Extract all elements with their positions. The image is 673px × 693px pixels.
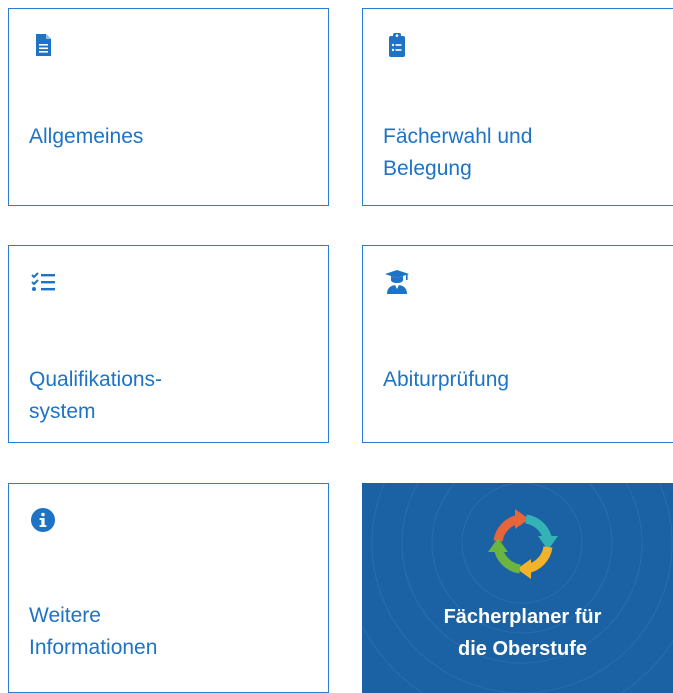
promo-label: Fächerplaner für die Oberstufe	[443, 606, 602, 660]
compass-arrows-logo-icon	[488, 509, 558, 579]
tile-weitere-informationen[interactable]: Weitere Informationen	[8, 483, 329, 693]
tile-label: Fächerwahl und Belegung	[383, 125, 533, 180]
checklist-icon	[31, 272, 55, 291]
faecherplaner-promo-tile[interactable]: Fächerplaner für die Oberstufe	[362, 483, 673, 693]
clipboard-list-icon	[389, 33, 405, 57]
tile-faecherwahl[interactable]: Fächerwahl und Belegung	[362, 8, 673, 206]
tile-label: Weitere Informationen	[29, 604, 158, 659]
tile-label: Abiturprüfung	[383, 368, 510, 391]
info-icon	[31, 508, 55, 532]
document-icon	[36, 34, 51, 56]
tile-qualifikationssystem[interactable]: Qualifikations- system	[8, 245, 329, 443]
graduate-icon	[385, 270, 409, 294]
tile-label: Allgemeines	[29, 125, 144, 148]
tile-allgemeines[interactable]: Allgemeines	[8, 8, 329, 206]
tile-abiturpruefung[interactable]: Abiturprüfung	[362, 245, 673, 443]
tile-label: Qualifikations- system	[29, 368, 163, 423]
